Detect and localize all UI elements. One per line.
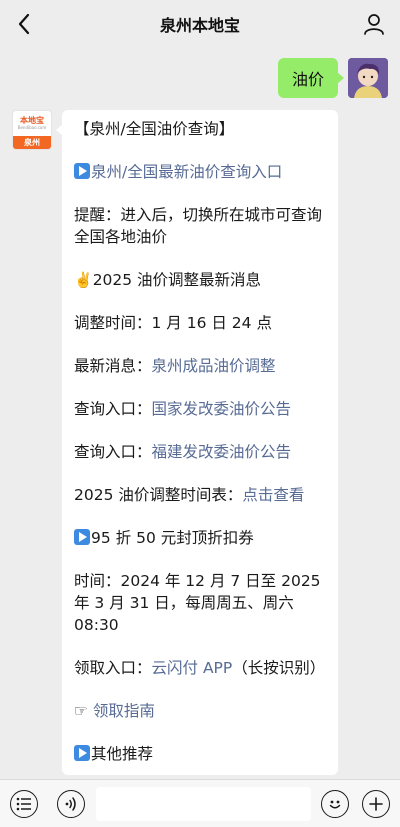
menu-button[interactable] (10, 790, 38, 818)
coupon-line: 95 折 50 元封顶折扣券 (74, 527, 328, 549)
adjust-time: 调整时间：1 月 16 日 24 点 (74, 314, 272, 332)
chat-area[interactable]: 油价 本地宝 Bendibao.com 泉州 【泉州/全国油价查询】 泉州/全国… (0, 48, 400, 779)
schedule-link[interactable]: 点击查看 (242, 486, 304, 504)
latest-heading: 2025 油价调整最新消息 (92, 271, 262, 289)
query-label: 查询入口： (74, 443, 152, 461)
plus-icon (369, 797, 383, 811)
coupon-text: 95 折 50 元封顶折扣券 (91, 529, 254, 547)
victory-hand-icon: ✌️ (74, 271, 93, 289)
reply-title: 【泉州/全国油价查询】 (74, 120, 235, 138)
fujian-notice-link[interactable]: 福建发改委油价公告 (152, 443, 292, 461)
user-message-row: 油价 (277, 58, 388, 98)
schedule-label: 2025 油价调整时间表： (74, 486, 243, 504)
get-suffix: （长按识别） (232, 659, 326, 677)
user-message-bubble[interactable]: 油价 (277, 58, 345, 98)
back-button[interactable] (8, 8, 40, 40)
voice-button[interactable] (57, 790, 85, 818)
latest-news-label: 最新消息： (74, 357, 152, 375)
coupon-time: 时间：2024 年 12 月 7 日至 2025 年 3 月 31 日，每周周五… (74, 572, 321, 634)
others-text: 其他推荐 (91, 745, 154, 763)
bot-message-bubble: 【泉州/全国油价查询】 泉州/全国最新油价查询入口 提醒：进入后，切换所在城市可… (56, 110, 338, 775)
input-toolbar (0, 779, 400, 827)
voice-icon (65, 797, 76, 811)
latest-news-line: 最新消息：泉州成品油价调整 (74, 355, 328, 377)
oil-price-entry-link[interactable]: 泉州/全国最新油价查询入口 (91, 163, 282, 181)
others-line: 其他推荐 (74, 743, 328, 765)
emoji-button[interactable] (321, 790, 349, 818)
ndrc-notice-link[interactable]: 国家发改委油价公告 (152, 400, 292, 418)
entry-link-line: 泉州/全国最新油价查询入口 (74, 161, 328, 183)
avatar-city-label: 泉州 (13, 136, 51, 149)
menu-list-icon (16, 797, 31, 811)
person-icon (364, 14, 384, 35)
play-icon (74, 529, 90, 545)
play-icon (74, 745, 90, 761)
unionpay-app-link[interactable]: 云闪付 APP (152, 659, 233, 677)
guide-line: ☞ 领取指南 (74, 700, 328, 722)
more-button[interactable] (362, 790, 390, 818)
pointing-hand-icon: ☞ (74, 702, 88, 720)
chat-title: 泉州本地宝 (159, 16, 240, 35)
bendibao-logo: 本地宝 Bendibao.com (17, 116, 47, 130)
get-entry-line: 领取入口：云闪付 APP（长按识别） (74, 657, 328, 679)
schedule-line: 2025 油价调整时间表：点击查看 (74, 484, 328, 506)
get-label: 领取入口： (74, 659, 152, 677)
latest-heading-line: ✌️2025 油价调整最新消息 (74, 269, 328, 291)
bendibao-avatar[interactable]: 本地宝 Bendibao.com 泉州 (12, 110, 52, 150)
bot-message-row: 本地宝 Bendibao.com 泉州 【泉州/全国油价查询】 泉州/全国最新油… (12, 110, 338, 775)
chevron-left-icon (18, 13, 30, 35)
message-input[interactable] (96, 787, 311, 821)
latest-news-link[interactable]: 泉州成品油价调整 (152, 357, 276, 375)
query-entry-1: 查询入口：国家发改委油价公告 (74, 398, 328, 420)
reminder-text: 提醒：进入后，切换所在城市可查询全国各地油价 (74, 206, 323, 246)
query-entry-2: 查询入口：福建发改委油价公告 (74, 441, 328, 463)
guide-link[interactable]: 领取指南 (93, 702, 155, 720)
play-icon (74, 163, 90, 179)
profile-button[interactable] (360, 10, 388, 38)
top-bar: 泉州本地宝 (0, 0, 400, 48)
query-label: 查询入口： (74, 400, 152, 418)
user-avatar[interactable] (348, 58, 388, 98)
emoji-icon (329, 800, 341, 809)
